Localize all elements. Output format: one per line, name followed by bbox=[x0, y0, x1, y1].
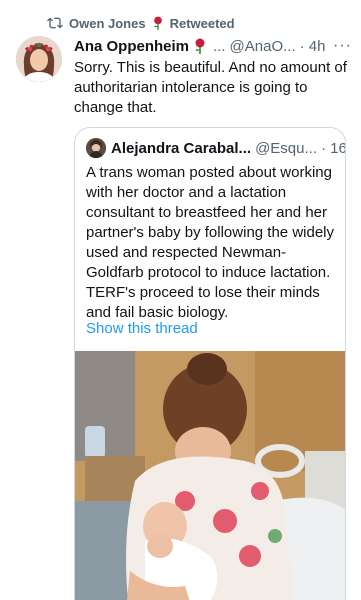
tweet[interactable]: Ana Oppenheim ... @AnaO... · 4h ··· Sorr… bbox=[74, 36, 352, 118]
more-options-icon[interactable]: ··· bbox=[333, 37, 352, 55]
retweet-indicator[interactable]: Owen Jones Retweeted bbox=[47, 14, 235, 32]
quoted-author-handle[interactable]: @Esqu... bbox=[255, 140, 317, 157]
retweeter-name[interactable]: Owen Jones bbox=[69, 16, 146, 31]
show-thread-link[interactable]: Show this thread bbox=[86, 320, 198, 337]
author-name[interactable]: Ana Oppenheim bbox=[74, 38, 189, 55]
retweeted-label: Retweeted bbox=[169, 15, 235, 31]
ellipsis-text: ... bbox=[213, 37, 226, 55]
photo-image bbox=[75, 351, 345, 600]
quoted-avatar bbox=[86, 138, 106, 158]
quoted-tweet-text: A trans woman posted about working with … bbox=[86, 164, 334, 321]
quoted-avatar-image bbox=[86, 138, 106, 158]
quoted-tweet[interactable]: Alejandra Carabal... @Esqu... · 16h A tr… bbox=[74, 127, 346, 600]
quoted-tweet-photo[interactable] bbox=[75, 351, 345, 600]
rose-icon bbox=[153, 16, 162, 30]
tweet-text: Sorry. This is beautiful. And no amount … bbox=[74, 59, 347, 116]
tweet-time[interactable]: · 4h bbox=[300, 38, 326, 55]
quoted-tweet-time[interactable]: · 16h bbox=[321, 140, 345, 157]
retweet-icon bbox=[47, 17, 63, 29]
rose-icon bbox=[195, 38, 205, 54]
avatar[interactable] bbox=[16, 36, 62, 82]
avatar-image bbox=[16, 36, 62, 82]
quoted-author-name[interactable]: Alejandra Carabal... bbox=[111, 140, 251, 157]
author-handle[interactable]: @AnaO... bbox=[230, 38, 296, 55]
